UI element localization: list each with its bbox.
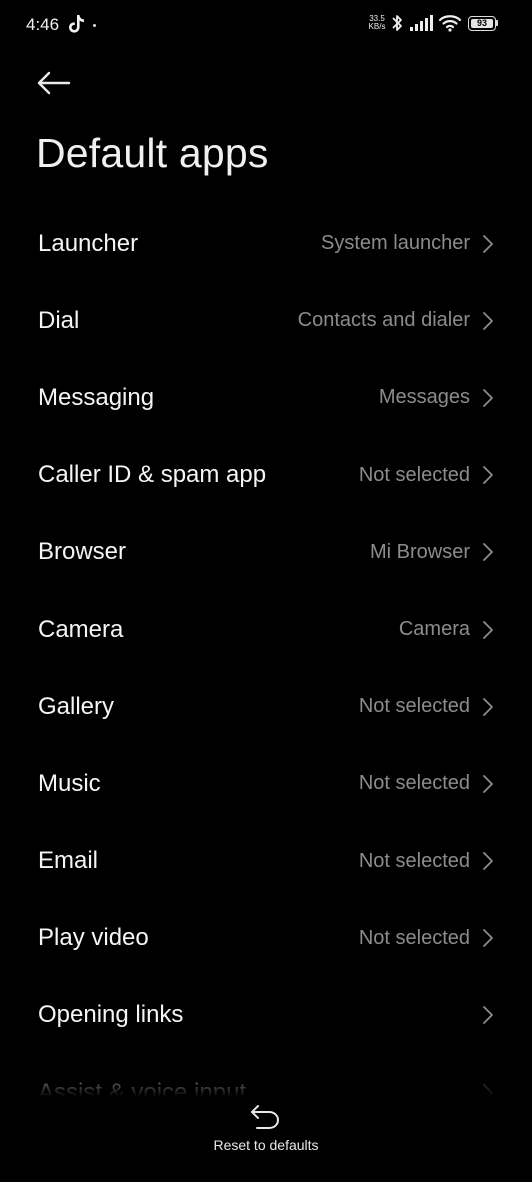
reset-to-defaults-button[interactable]: Reset to defaults (186, 1100, 346, 1160)
setting-row-opening-links[interactable]: Opening links (0, 977, 532, 1054)
setting-row-assist-voice-input[interactable]: Assist & voice input (0, 1054, 532, 1097)
setting-label: Launcher (38, 229, 139, 257)
notification-dot (93, 24, 96, 27)
setting-value: Not selected (358, 849, 470, 872)
setting-row-messaging[interactable]: Messaging Messages (0, 359, 532, 436)
chevron-right-icon (483, 775, 493, 793)
setting-label: Messaging (38, 383, 155, 411)
setting-label: Email (38, 847, 99, 875)
tiktok-icon (69, 15, 84, 33)
chevron-right-icon (483, 389, 493, 407)
arrow-left-icon (37, 71, 71, 95)
setting-label: Opening links (38, 1001, 184, 1029)
setting-value: Not selected (358, 695, 470, 718)
setting-value: System launcher (321, 232, 470, 255)
bluetooth-icon (392, 15, 402, 31)
network-speed-unit: KB/s (368, 22, 386, 31)
setting-value: Not selected (358, 926, 470, 949)
default-apps-list[interactable]: Launcher System launcher Dial Contacts a… (0, 205, 532, 1097)
setting-value: Messages (378, 386, 470, 409)
chevron-right-icon (483, 620, 493, 639)
wifi-icon (438, 15, 462, 32)
battery-tip (496, 20, 498, 26)
status-time: 4:46 (26, 15, 60, 34)
setting-label: Assist & voice input (38, 1078, 247, 1097)
setting-label: Dial (38, 306, 80, 334)
setting-value: Not selected (358, 772, 470, 795)
reset-label: Reset to defaults (213, 1137, 319, 1153)
setting-label: Caller ID & spam app (38, 461, 267, 489)
undo-icon (251, 1105, 279, 1129)
setting-row-caller-id[interactable]: Caller ID & spam app Not selected (0, 437, 532, 514)
setting-row-camera[interactable]: Camera Camera (0, 591, 532, 668)
setting-row-music[interactable]: Music Not selected (0, 745, 532, 822)
setting-value: Camera (398, 618, 470, 641)
setting-value: Mi Browser (369, 540, 470, 563)
chevron-right-icon (483, 929, 493, 948)
setting-row-gallery[interactable]: Gallery Not selected (0, 668, 532, 745)
battery-icon: 93 (468, 16, 498, 31)
chevron-right-icon (483, 1083, 493, 1097)
setting-row-dial[interactable]: Dial Contacts and dialer (0, 282, 532, 359)
setting-row-launcher[interactable]: Launcher System launcher (0, 205, 532, 282)
network-speed: 33.5 KB/s (366, 15, 388, 31)
chevron-right-icon (483, 852, 493, 870)
chevron-right-icon (483, 543, 493, 562)
chevron-right-icon (483, 234, 493, 253)
setting-row-email[interactable]: Email Not selected (0, 823, 532, 900)
battery-body: 93 (468, 16, 496, 31)
setting-label: Gallery (38, 692, 115, 720)
back-button[interactable] (30, 62, 76, 104)
setting-label: Play video (38, 924, 149, 952)
setting-label: Music (38, 769, 101, 797)
page-title: Default apps (36, 130, 269, 176)
chevron-right-icon (483, 311, 493, 330)
signal-icon (410, 15, 433, 31)
setting-row-play-video[interactable]: Play video Not selected (0, 900, 532, 977)
setting-label: Camera (38, 615, 124, 643)
chevron-right-icon (483, 1006, 493, 1025)
setting-label: Browser (38, 538, 127, 566)
chevron-right-icon (483, 466, 493, 485)
status-bar: 4:46 33.5 KB/s 93 (0, 0, 532, 50)
setting-row-browser[interactable]: Browser Mi Browser (0, 514, 532, 591)
setting-value: Contacts and dialer (297, 309, 470, 332)
chevron-right-icon (483, 697, 493, 716)
setting-value: Not selected (358, 463, 470, 486)
battery-level: 93 (476, 18, 487, 28)
